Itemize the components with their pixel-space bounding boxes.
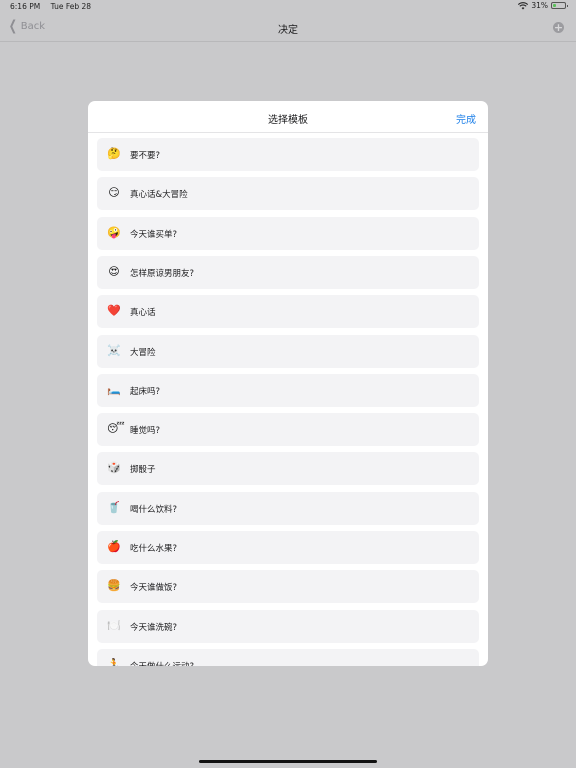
status-date: Tue Feb 28	[50, 2, 92, 11]
template-item[interactable]: 😴 睡觉吗?	[97, 413, 479, 447]
wifi-icon	[518, 1, 529, 9]
status-right: 31%	[518, 1, 568, 10]
template-item[interactable]: 🎲 掷骰子	[97, 452, 479, 486]
template-picker-modal: 选择模板 完成 🤔 要不要? 😏 真心话&大冒险 🤪 今天谁买单? 😍 怎样原谅男朋友? ❤️ 真…	[88, 101, 488, 666]
template-item-label: 今天谁做饭?	[130, 583, 178, 594]
status-bar: 6:16 PM Tue Feb 28 31%	[0, 0, 576, 14]
heart-eyes-face-icon: 😍	[108, 264, 120, 278]
template-item-label: 吃什么水果?	[130, 544, 178, 554]
template-item[interactable]: 🥤 喝什么饮料?	[97, 491, 479, 525]
template-item-label: 大冒险	[130, 347, 156, 358]
template-item[interactable]: 🍔 今天谁做饭?	[97, 570, 479, 604]
runner-icon: 🏃	[107, 657, 121, 666]
template-item-label: 今天做什么运动?	[130, 660, 194, 666]
red-heart-icon: ❤️	[107, 304, 121, 318]
skull-crossbones-icon: ☠️	[107, 343, 121, 357]
template-item[interactable]: 🍎 吃什么水果?	[97, 531, 479, 564]
modal-title: 选择模板	[268, 115, 308, 126]
nav-title: 决定	[278, 25, 298, 36]
template-item-label: 睡觉吗?	[130, 426, 161, 437]
thinking-face-icon: 🤔	[107, 147, 121, 160]
template-item[interactable]: 😏 真心话&大冒险	[97, 177, 479, 211]
template-item[interactable]: 🤔 要不要?	[97, 138, 479, 171]
template-item-label: 喝什么饮料?	[130, 504, 178, 515]
bed-icon: 🛏️	[107, 382, 121, 396]
modal-header: 选择模板 完成	[88, 101, 488, 133]
template-item[interactable]: 🤪 今天谁买单?	[97, 216, 479, 250]
battery-percent: 31%	[531, 1, 548, 10]
apple-icon: 🍎	[107, 540, 121, 553]
template-item[interactable]: ❤️ 真心话	[97, 295, 479, 329]
smirking-face-icon: 😏	[108, 186, 120, 200]
template-item[interactable]: 🛏️ 起床吗?	[97, 373, 479, 407]
template-item-label: 怎样原谅男朋友?	[130, 268, 195, 279]
template-list[interactable]: 🤔 要不要? 😏 真心话&大冒险 🤪 今天谁买单? 😍 怎样原谅男朋友? ❤️ 真心话 ☠️ 大冒险 🛏…	[88, 133, 488, 666]
template-item-label: 掷骰子	[130, 465, 156, 476]
zany-face-icon: 🤪	[107, 225, 121, 239]
template-item[interactable]: 😍 怎样原谅男朋友?	[97, 255, 479, 289]
status-time: 6:16 PM	[10, 2, 41, 11]
battery-level	[553, 4, 556, 7]
drink-icon: 🥤	[107, 500, 121, 514]
template-item[interactable]: 🍽️ 今天谁洗碗?	[97, 609, 479, 643]
sleeping-face-icon: 😴	[107, 422, 125, 436]
status-left: 6:16 PM Tue Feb 28	[10, 2, 91, 11]
plus-circle-icon[interactable]: +	[553, 22, 564, 33]
battery-icon	[551, 2, 568, 9]
home-indicator[interactable]	[199, 760, 377, 763]
template-item-label: 要不要?	[130, 151, 161, 161]
template-item-label: 真心话	[130, 308, 156, 319]
template-item-label: 今天谁买单?	[130, 229, 178, 240]
navigation-bar: ❮ Back 决定 +	[0, 14, 576, 42]
template-item-label: 今天谁洗碗?	[130, 622, 178, 633]
template-item-label: 起床吗?	[130, 386, 161, 397]
template-item-label: 真心话&大冒险	[130, 190, 188, 201]
burger-icon: 🍔	[107, 579, 121, 593]
template-item[interactable]: ☠️ 大冒险	[97, 334, 479, 368]
plate-cutlery-icon: 🍽️	[107, 618, 121, 632]
template-item[interactable]: 🏃 今天做什么运动?	[97, 648, 479, 666]
done-button[interactable]: 完成	[456, 111, 476, 126]
dice-icon: 🎲	[107, 461, 121, 475]
